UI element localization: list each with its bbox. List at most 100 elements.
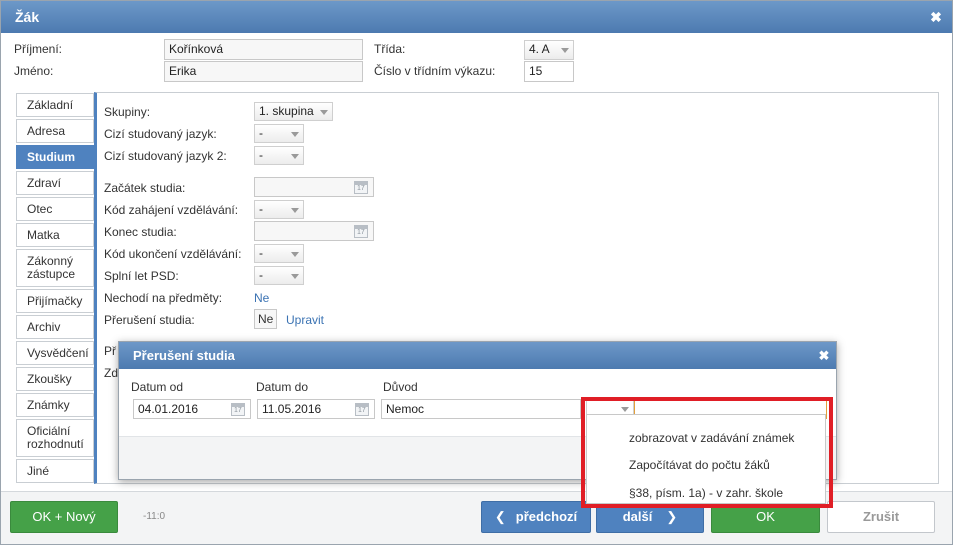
- tab-zdravi[interactable]: Zdraví: [16, 171, 94, 195]
- duvod-input[interactable]: Nemoc: [381, 399, 581, 419]
- datum-do-input[interactable]: 11.05.2016 17: [257, 399, 375, 419]
- dalsi-button[interactable]: další ❯: [596, 501, 704, 533]
- nechodi-label: Nechodí na předměty:: [104, 291, 223, 305]
- partial-label-2: Zd: [104, 366, 119, 380]
- datum-do-value: 11.05.2016: [262, 402, 322, 416]
- ok-button[interactable]: OK: [711, 501, 820, 533]
- calendar-icon-glyph: 17: [234, 407, 242, 414]
- tab-label: Otec: [27, 201, 53, 216]
- duvod-label: Důvod: [383, 380, 418, 394]
- kod-ukonceni-select[interactable]: -: [254, 244, 304, 263]
- trida-select[interactable]: 4. A: [524, 40, 574, 60]
- calendar-icon[interactable]: 17: [231, 403, 245, 416]
- tab-zakonny-zastupce[interactable]: Zákonný zástupce: [16, 249, 94, 287]
- tab-vysvedceni[interactable]: Vysvědčení: [16, 341, 94, 365]
- tab-jine[interactable]: Jiné: [16, 459, 94, 483]
- konec-label: Konec studia:: [104, 225, 177, 239]
- jmeno-input[interactable]: Erika: [164, 61, 363, 82]
- preruseni-dialog-title: Přerušení studia: [119, 342, 836, 369]
- tab-label: Studium: [27, 149, 75, 164]
- tab-label: Základní: [27, 97, 74, 112]
- tab-label: Oficiální rozhodnutí: [27, 424, 84, 451]
- chevron-down-icon: [621, 407, 629, 412]
- prijmeni-label: Příjmení:: [14, 42, 63, 56]
- skupiny-select[interactable]: 1. skupina: [254, 102, 333, 121]
- kod-zahajeni-label: Kód zahájení vzdělávání:: [104, 203, 239, 217]
- tab-label: Zákonný zástupce: [27, 254, 76, 281]
- zacatek-date-input[interactable]: 17: [254, 177, 374, 197]
- calendar-icon[interactable]: 17: [355, 403, 369, 416]
- jazyk-label: Cizí studovaný jazyk:: [104, 127, 217, 141]
- counter-text: -11:0: [143, 511, 166, 522]
- chevron-right-icon: ❯: [666, 509, 678, 524]
- zacatek-label: Začátek studia:: [104, 181, 186, 195]
- dialog-title: Žák: [15, 9, 40, 25]
- preruseni-value: Ne: [254, 309, 278, 329]
- options-dropdown-list: zobrazovat v zadávání známek Započítávat…: [586, 414, 826, 504]
- jazyk-select[interactable]: -: [254, 124, 304, 143]
- tab-zakladni[interactable]: Základní: [16, 93, 94, 117]
- tab-label: Vysvědčení: [27, 345, 89, 360]
- tab-adresa[interactable]: Adresa: [16, 119, 94, 143]
- psd-label: Splní let PSD:: [104, 269, 179, 283]
- predchozi-label: předchozí: [515, 509, 578, 524]
- jazyk2-label: Cizí studovaný jazyk 2:: [104, 149, 227, 163]
- trida-value: 4. A: [529, 42, 550, 56]
- tab-label: Jiné: [27, 463, 50, 478]
- calendar-icon[interactable]: 17: [354, 225, 368, 238]
- datum-od-value: 04.01.2016: [138, 402, 199, 416]
- jazyk-value: -: [259, 126, 263, 140]
- chevron-down-icon: [291, 274, 299, 279]
- predchozi-button[interactable]: ❮ předchozí: [481, 501, 591, 533]
- dropdown-item-paragraf-38[interactable]: §38, písm. 1a) - v zahr. škole: [629, 486, 783, 500]
- calendar-icon-glyph: 17: [357, 229, 365, 236]
- tab-label: Adresa: [27, 123, 66, 138]
- psd-value: -: [259, 268, 263, 282]
- tab-oficialni-rozhodnuti[interactable]: Oficiální rozhodnutí: [16, 419, 94, 457]
- tab-studium[interactable]: Studium: [16, 145, 94, 169]
- kod-zahajeni-select[interactable]: -: [254, 200, 304, 219]
- dropdown-item-zobrazovat[interactable]: zobrazovat v zadávání známek: [629, 431, 794, 445]
- datum-od-label: Datum od: [131, 380, 184, 394]
- tab-label: Zdraví: [27, 175, 62, 190]
- dialog-close-icon[interactable]: ✖: [924, 1, 948, 33]
- kod-ukonceni-label: Kód ukončení vzdělávání:: [104, 247, 242, 261]
- chevron-left-icon: ❮: [494, 509, 506, 524]
- tab-label: Matka: [27, 227, 60, 242]
- kod-zahajeni-value: -: [259, 202, 263, 216]
- preruseni-label: Přerušení studia:: [104, 313, 195, 327]
- konec-date-input[interactable]: 17: [254, 221, 374, 241]
- student-dialog: Žák ✖ Příjmení: Kořínková Jméno: Erika T…: [0, 0, 953, 545]
- tab-otec[interactable]: Otec: [16, 197, 94, 221]
- partial-label-1: Př: [104, 344, 116, 358]
- cislo-label: Číslo v třídním výkazu:: [374, 64, 496, 78]
- jazyk2-select[interactable]: -: [254, 146, 304, 165]
- skupiny-value: 1. skupina: [259, 104, 314, 118]
- jmeno-label: Jméno:: [14, 64, 54, 78]
- tab-archiv[interactable]: Archiv: [16, 315, 94, 339]
- psd-select[interactable]: -: [254, 266, 304, 285]
- dalsi-label: další: [622, 509, 653, 524]
- kod-ukonceni-value: -: [259, 246, 263, 260]
- tab-zkousky[interactable]: Zkoušky: [16, 367, 94, 391]
- datum-od-input[interactable]: 04.01.2016 17: [133, 399, 251, 419]
- cislo-input[interactable]: 15: [524, 61, 574, 82]
- upravit-link[interactable]: Upravit: [286, 313, 324, 327]
- jazyk2-value: -: [259, 148, 263, 162]
- tab-prijimacky[interactable]: Přijímačky: [16, 289, 94, 313]
- preruseni-close-icon[interactable]: ✖: [812, 342, 836, 369]
- ok-novy-button[interactable]: OK + Nový: [10, 501, 118, 533]
- calendar-icon[interactable]: 17: [354, 181, 368, 194]
- tab-znamky[interactable]: Známky: [16, 393, 94, 417]
- chevron-down-icon: [291, 252, 299, 257]
- tab-label: Známky: [27, 397, 70, 412]
- zrusit-button[interactable]: Zrušit: [827, 501, 935, 533]
- chevron-down-icon: [291, 208, 299, 213]
- prijmeni-input[interactable]: Kořínková: [164, 39, 363, 60]
- chevron-down-icon: [291, 154, 299, 159]
- dialog-titlebar: Žák: [1, 1, 952, 33]
- tab-matka[interactable]: Matka: [16, 223, 94, 247]
- chevron-down-icon: [291, 132, 299, 137]
- nechodi-link[interactable]: Ne: [254, 291, 269, 305]
- dropdown-item-zapocitavat[interactable]: Započítávat do počtu žáků: [629, 458, 770, 472]
